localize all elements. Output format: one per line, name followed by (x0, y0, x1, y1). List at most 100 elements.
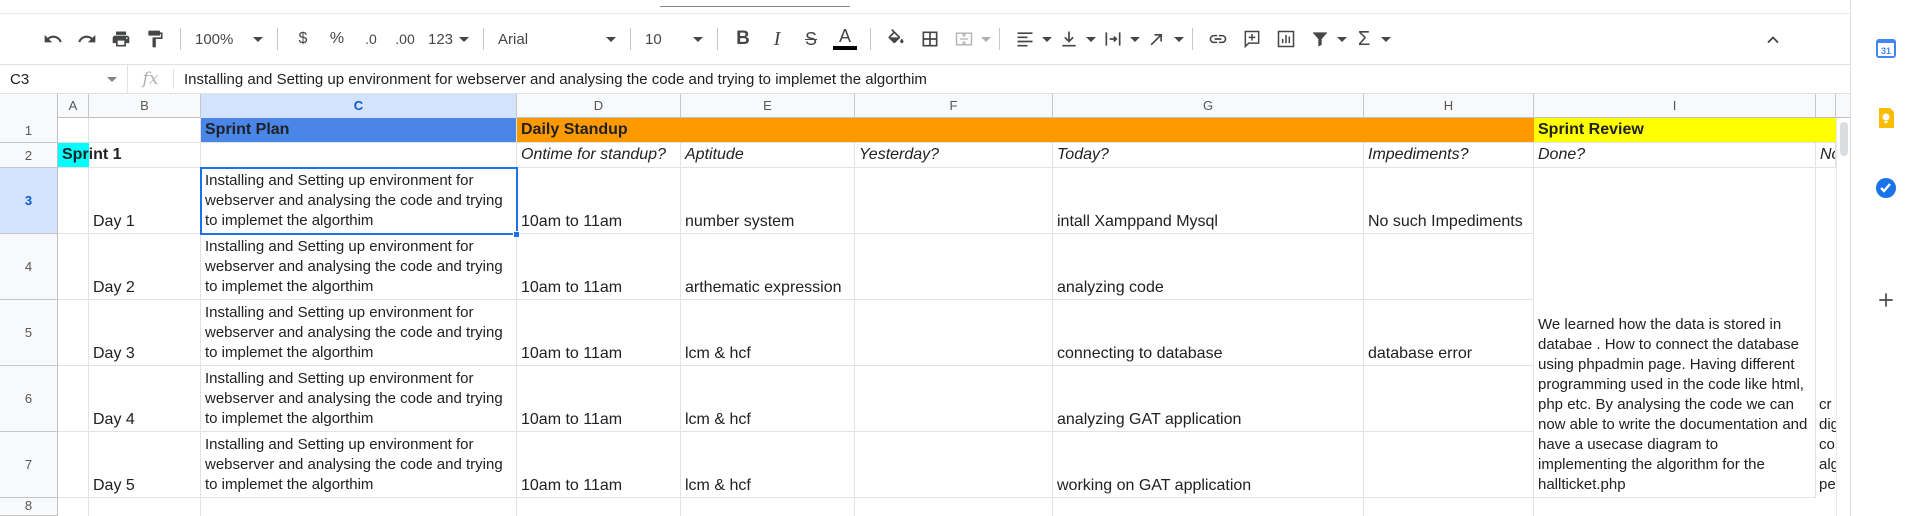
daily-standup-header[interactable]: Daily Standup (517, 118, 1534, 143)
insert-link-icon[interactable] (1203, 25, 1233, 53)
percent-format-button[interactable]: % (322, 25, 352, 53)
cell-b1[interactable] (89, 118, 201, 143)
impediments-cell[interactable] (1364, 234, 1534, 300)
sprint-review-header[interactable]: Sprint Review (1534, 118, 1836, 143)
row-8-cell[interactable] (681, 498, 855, 516)
zoom-dropdown[interactable]: 100% (189, 25, 269, 53)
sprint-plan-cell[interactable]: Installing and Setting up environment fo… (201, 300, 517, 366)
merge-cells-icon[interactable] (949, 25, 979, 53)
sprint-plan-header[interactable]: Sprint Plan (201, 118, 517, 143)
day-label[interactable]: Day 3 (89, 300, 201, 366)
day-label[interactable]: Day 1 (89, 168, 201, 234)
chevron-down-icon[interactable] (1086, 36, 1097, 42)
chevron-down-icon[interactable] (981, 36, 992, 42)
column-header-h[interactable]: H (1364, 94, 1534, 118)
redo-icon[interactable] (72, 25, 102, 53)
ontime-header[interactable]: Ontime for standup? (517, 143, 681, 168)
undo-icon[interactable] (38, 25, 68, 53)
print-icon[interactable] (106, 25, 136, 53)
standup-time-cell[interactable]: 10am to 11am (517, 300, 681, 366)
standup-time-cell[interactable]: 10am to 11am (517, 366, 681, 432)
yesterday-cell[interactable] (855, 234, 1053, 300)
today-cell[interactable]: analyzing code (1053, 234, 1364, 300)
horizontal-align-icon[interactable] (1010, 25, 1040, 53)
chevron-down-icon[interactable] (1337, 36, 1348, 42)
chevron-down-icon[interactable] (1130, 36, 1141, 42)
row-header-7[interactable]: 7 (0, 432, 58, 498)
bold-button[interactable]: B (728, 25, 758, 53)
add-addon-icon[interactable] (1874, 288, 1898, 312)
impediments-header[interactable]: Impediments? (1364, 143, 1534, 168)
decrease-decimal-button[interactable]: .0 (356, 25, 386, 53)
column-header-j[interactable] (1816, 94, 1836, 118)
day-label[interactable]: Day 5 (89, 432, 201, 498)
aptitude-cell[interactable]: lcm & hcf (681, 300, 855, 366)
standup-time-cell[interactable]: 10am to 11am (517, 234, 681, 300)
column-header-e[interactable]: E (681, 94, 855, 118)
next-col-header-partial[interactable]: Nc (1816, 143, 1836, 168)
chevron-down-icon[interactable] (1174, 36, 1185, 42)
insert-chart-icon[interactable] (1271, 25, 1301, 53)
sprint-plan-cell[interactable]: Installing and Setting up environment fo… (201, 366, 517, 432)
formula-input[interactable]: Installing and Setting up environment fo… (174, 71, 927, 88)
row-8-cell[interactable] (517, 498, 681, 516)
borders-icon[interactable] (915, 25, 945, 53)
today-cell[interactable]: intall Xamppand Mysql (1053, 168, 1364, 234)
filter-icon[interactable] (1305, 25, 1335, 53)
impediments-cell[interactable] (1364, 432, 1534, 498)
impediments-cell[interactable] (1364, 366, 1534, 432)
text-color-button[interactable]: A (830, 25, 860, 53)
aptitude-cell[interactable]: lcm & hcf (681, 432, 855, 498)
fill-color-icon[interactable] (881, 25, 911, 53)
row-header-4[interactable]: 4 (0, 234, 58, 300)
impediments-cell[interactable]: database error (1364, 300, 1534, 366)
row-header-8[interactable]: 8 (0, 498, 58, 516)
aptitude-cell[interactable]: lcm & hcf (681, 366, 855, 432)
day-label[interactable]: Day 2 (89, 234, 201, 300)
done-summary-cell[interactable]: We learned how the data is stored in dat… (1534, 168, 1816, 498)
row-8-cell[interactable] (58, 498, 89, 516)
select-all-corner[interactable] (0, 94, 58, 118)
row-8-cell[interactable] (201, 498, 517, 516)
collapse-toolbar-icon[interactable] (1758, 26, 1788, 54)
column-header-b[interactable]: B (89, 94, 201, 118)
aptitude-header[interactable]: Aptitude (681, 143, 855, 168)
functions-button[interactable]: Σ (1349, 25, 1379, 53)
column-header-i[interactable]: I (1534, 94, 1816, 118)
sprint-plan-cell[interactable]: Installing and Setting up environment fo… (201, 432, 517, 498)
column-header-g[interactable]: G (1053, 94, 1364, 118)
more-formats-dropdown[interactable]: 123 (422, 25, 475, 53)
paint-format-icon[interactable] (140, 25, 170, 53)
today-cell[interactable]: analyzing GAT application (1053, 366, 1364, 432)
row-header-2[interactable]: 2 (0, 143, 58, 168)
standup-time-cell[interactable]: 10am to 11am (517, 432, 681, 498)
chevron-down-icon[interactable] (1042, 36, 1053, 42)
cell-a[interactable] (58, 168, 89, 234)
impediments-cell[interactable]: No such Impediments (1364, 168, 1534, 234)
fill-handle[interactable] (513, 231, 520, 238)
text-wrapping-icon[interactable] (1098, 25, 1128, 53)
aptitude-cell[interactable]: arthematic expression (681, 234, 855, 300)
vertical-scrollbar[interactable] (1836, 118, 1850, 516)
currency-format-button[interactable]: $ (288, 25, 318, 53)
today-header[interactable]: Today? (1053, 143, 1364, 168)
cell-a1[interactable] (58, 118, 89, 143)
cell-a[interactable] (58, 366, 89, 432)
column-header-f[interactable]: F (855, 94, 1053, 118)
yesterday-header[interactable]: Yesterday? (855, 143, 1053, 168)
increase-decimal-button[interactable]: .00 (390, 25, 420, 53)
tasks-icon[interactable] (1874, 176, 1898, 200)
standup-time-cell[interactable]: 10am to 11am (517, 168, 681, 234)
today-cell[interactable]: connecting to database (1053, 300, 1364, 366)
row-header-5[interactable]: 5 (0, 300, 58, 366)
yesterday-cell[interactable] (855, 300, 1053, 366)
vertical-align-icon[interactable] (1054, 25, 1084, 53)
yesterday-cell[interactable] (855, 168, 1053, 234)
row-8-cell[interactable] (1364, 498, 1534, 516)
italic-button[interactable]: I (762, 25, 792, 53)
column-header-c[interactable]: C (201, 94, 517, 118)
name-box[interactable]: C3 (0, 65, 128, 93)
yesterday-cell[interactable] (855, 366, 1053, 432)
row-header-1[interactable]: 1 (0, 118, 58, 143)
row-header-3[interactable]: 3 (0, 168, 58, 234)
